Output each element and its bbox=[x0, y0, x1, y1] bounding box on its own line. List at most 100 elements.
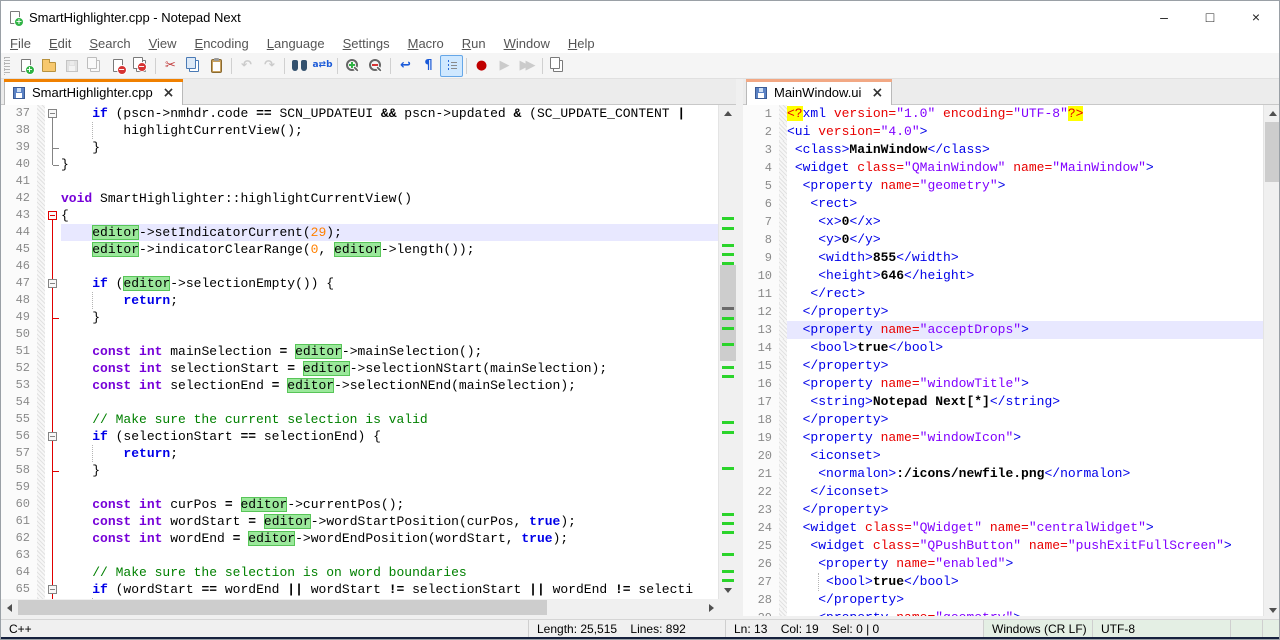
copy-button[interactable] bbox=[182, 55, 205, 77]
code-text[interactable]: <bool>true</bool> bbox=[787, 573, 1264, 591]
code-text[interactable]: { bbox=[61, 207, 720, 224]
line-number[interactable]: 44 bbox=[1, 224, 37, 241]
line-number[interactable]: 47 bbox=[1, 275, 37, 292]
new-file-button[interactable] bbox=[14, 55, 37, 77]
line-number[interactable]: 49 bbox=[1, 309, 37, 326]
line-number[interactable]: 14 bbox=[743, 339, 779, 357]
bookmark-margin[interactable] bbox=[37, 445, 45, 462]
fold-marker[interactable] bbox=[48, 279, 57, 288]
menu-help[interactable]: Help bbox=[559, 36, 604, 51]
fold-margin[interactable] bbox=[45, 258, 61, 275]
fold-margin[interactable] bbox=[45, 428, 61, 445]
bookmark-margin[interactable] bbox=[37, 377, 45, 394]
line-number[interactable]: 15 bbox=[743, 357, 779, 375]
code-text[interactable]: <string>Notepad Next[*]</string> bbox=[787, 393, 1264, 411]
vertical-scrollbar-left[interactable] bbox=[718, 105, 736, 599]
menu-window[interactable]: Window bbox=[495, 36, 559, 51]
bookmark-margin[interactable] bbox=[779, 195, 787, 213]
fold-marker[interactable] bbox=[48, 432, 57, 441]
bookmark-margin[interactable] bbox=[779, 519, 787, 537]
line-number[interactable]: 61 bbox=[1, 513, 37, 530]
menu-language[interactable]: Language bbox=[258, 36, 334, 51]
fold-margin[interactable] bbox=[45, 105, 61, 122]
code-text[interactable]: } bbox=[61, 139, 720, 156]
bookmark-margin[interactable] bbox=[37, 224, 45, 241]
find-button[interactable] bbox=[288, 55, 311, 77]
fold-margin[interactable] bbox=[45, 190, 61, 207]
bookmark-margin[interactable] bbox=[37, 479, 45, 496]
line-number[interactable]: 55 bbox=[1, 411, 37, 428]
fold-margin[interactable] bbox=[45, 241, 61, 258]
bookmark-margin[interactable] bbox=[779, 303, 787, 321]
code-text[interactable]: <ui version="4.0"> bbox=[787, 123, 1264, 141]
scroll-up-button[interactable] bbox=[719, 105, 737, 122]
code-editor-left[interactable]: 37 if (pscn->nmhdr.code == SCN_UPDATEUI … bbox=[1, 105, 720, 599]
bookmark-margin[interactable] bbox=[779, 429, 787, 447]
cut-button[interactable]: ✂ bbox=[159, 55, 182, 77]
line-number[interactable]: 43 bbox=[1, 207, 37, 224]
line-number[interactable]: 9 bbox=[743, 249, 779, 267]
fold-marker[interactable] bbox=[48, 585, 57, 594]
save-all-button[interactable] bbox=[83, 55, 106, 77]
bookmark-margin[interactable] bbox=[779, 357, 787, 375]
bookmark-margin[interactable] bbox=[779, 591, 787, 609]
status-eol-format[interactable]: Windows (CR LF) bbox=[984, 620, 1093, 637]
bookmark-margin[interactable] bbox=[779, 267, 787, 285]
code-text[interactable]: const int selectionStart = editor->selec… bbox=[61, 360, 720, 377]
bookmark-margin[interactable] bbox=[779, 105, 787, 123]
code-text[interactable]: <x>0</x> bbox=[787, 213, 1264, 231]
menu-encoding[interactable]: Encoding bbox=[186, 36, 258, 51]
line-number[interactable]: 37 bbox=[1, 105, 37, 122]
code-text[interactable]: <property name="windowTitle"> bbox=[787, 375, 1264, 393]
code-text[interactable]: highlightCurrentView(); bbox=[61, 122, 720, 139]
bookmark-margin[interactable] bbox=[779, 213, 787, 231]
code-text[interactable]: </iconset> bbox=[787, 483, 1264, 501]
code-text[interactable]: <property name="geometry"> bbox=[787, 177, 1264, 195]
redo-button[interactable]: ↷ bbox=[258, 55, 281, 77]
line-number[interactable]: 1 bbox=[743, 105, 779, 123]
scrollbar-thumb[interactable] bbox=[720, 265, 736, 361]
bookmark-margin[interactable] bbox=[37, 309, 45, 326]
scrollbar-thumb[interactable] bbox=[18, 600, 547, 615]
code-text[interactable] bbox=[61, 394, 720, 411]
bookmark-margin[interactable] bbox=[37, 360, 45, 377]
bookmark-margin[interactable] bbox=[779, 411, 787, 429]
line-number[interactable]: 11 bbox=[743, 285, 779, 303]
code-text[interactable]: <?xml version="1.0" encoding="UTF-8"?> bbox=[787, 105, 1264, 123]
fold-margin[interactable] bbox=[45, 530, 61, 547]
maximize-button[interactable]: □ bbox=[1187, 1, 1233, 33]
indent-guides-button[interactable] bbox=[440, 55, 463, 77]
fold-margin[interactable] bbox=[45, 394, 61, 411]
bookmark-margin[interactable] bbox=[37, 530, 45, 547]
bookmark-margin[interactable] bbox=[779, 447, 787, 465]
scroll-down-button[interactable] bbox=[719, 582, 737, 599]
code-text[interactable] bbox=[61, 479, 720, 496]
fold-margin[interactable] bbox=[45, 581, 61, 598]
tab-mainwindow-ui[interactable]: MainWindow.ui × bbox=[746, 79, 892, 105]
line-number[interactable]: 54 bbox=[1, 394, 37, 411]
code-editor-right[interactable]: 1 <?xml version="1.0" encoding="UTF-8"?> 2… bbox=[743, 105, 1264, 619]
bookmark-margin[interactable] bbox=[779, 159, 787, 177]
line-number[interactable]: 3 bbox=[743, 141, 779, 159]
fold-margin[interactable] bbox=[45, 377, 61, 394]
bookmark-margin[interactable] bbox=[37, 513, 45, 530]
bookmark-margin[interactable] bbox=[779, 141, 787, 159]
menu-edit[interactable]: Edit bbox=[40, 36, 80, 51]
menu-macro[interactable]: Macro bbox=[399, 36, 453, 51]
bookmark-margin[interactable] bbox=[779, 177, 787, 195]
fold-margin[interactable] bbox=[45, 479, 61, 496]
bookmark-margin[interactable] bbox=[779, 123, 787, 141]
line-number[interactable]: 53 bbox=[1, 377, 37, 394]
bookmark-margin[interactable] bbox=[779, 501, 787, 519]
line-number[interactable]: 5 bbox=[743, 177, 779, 195]
line-number[interactable]: 7 bbox=[743, 213, 779, 231]
bookmark-margin[interactable] bbox=[37, 462, 45, 479]
horizontal-scrollbar-left[interactable] bbox=[1, 599, 720, 616]
line-number[interactable]: 28 bbox=[743, 591, 779, 609]
line-number[interactable]: 10 bbox=[743, 267, 779, 285]
bookmark-margin[interactable] bbox=[779, 285, 787, 303]
code-text[interactable] bbox=[61, 326, 720, 343]
code-text[interactable]: <height>646</height> bbox=[787, 267, 1264, 285]
code-text[interactable]: <y>0</y> bbox=[787, 231, 1264, 249]
fold-margin[interactable] bbox=[45, 564, 61, 581]
